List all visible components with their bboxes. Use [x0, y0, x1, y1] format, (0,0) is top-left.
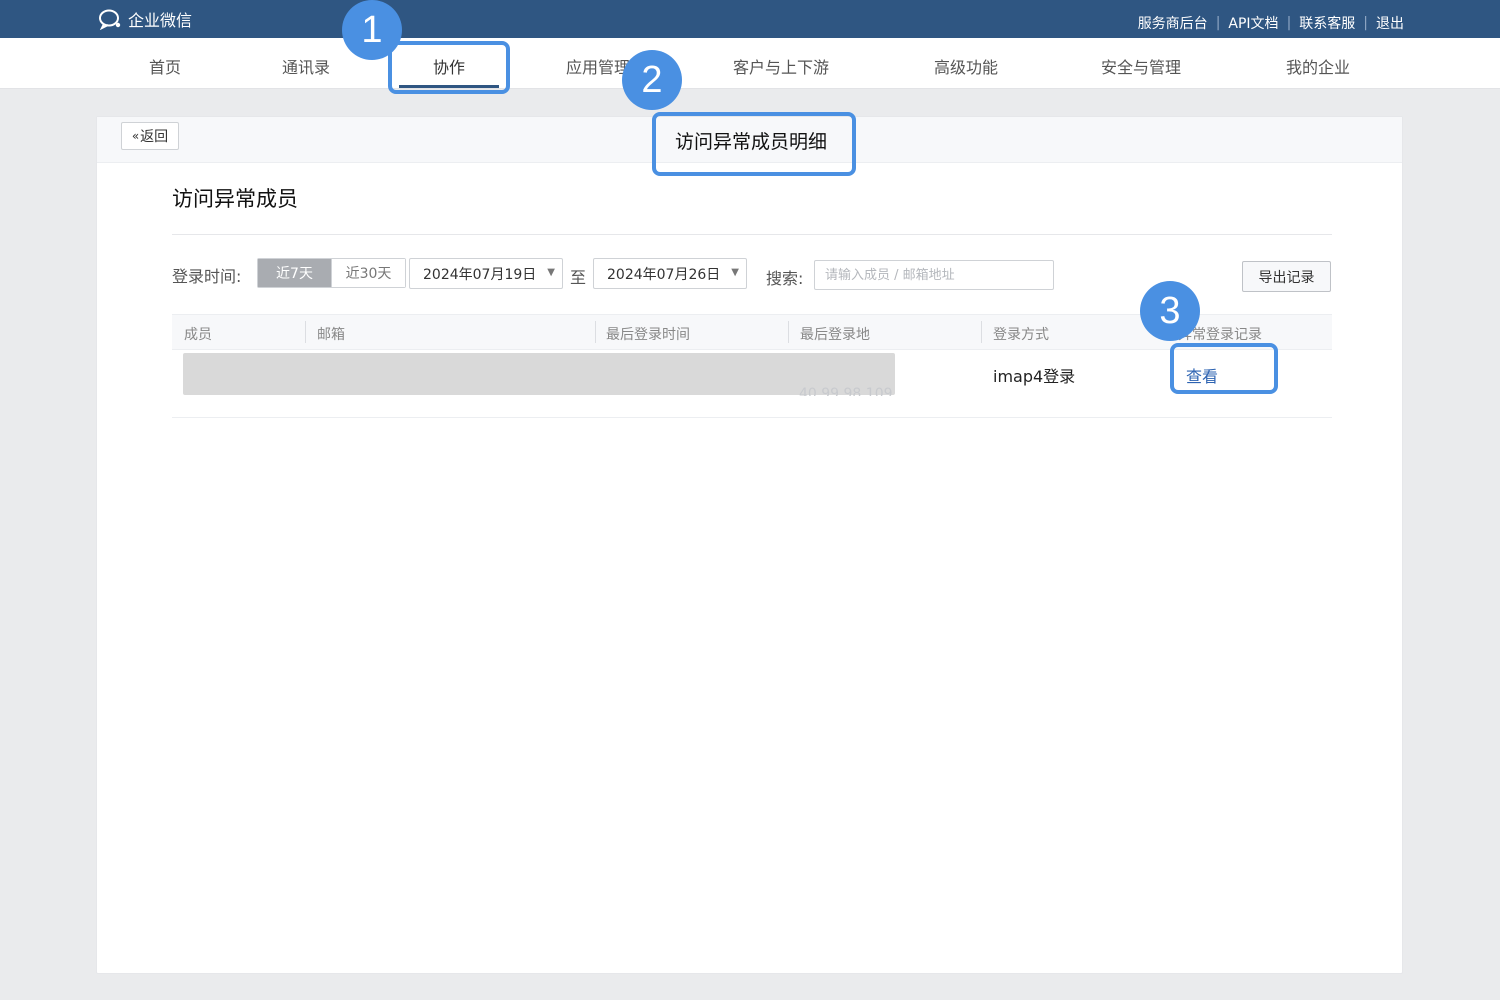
- link-contact-support[interactable]: 联系客服: [1299, 13, 1355, 33]
- link-separator: |: [1215, 15, 1221, 31]
- nav-customers[interactable]: 客户与上下游: [733, 54, 829, 78]
- page-title: 访问异常成员明细: [675, 131, 828, 153]
- column-member: 成员: [184, 327, 212, 343]
- main-nav: 首页 通讯录 协作 应用管理 客户与上下游 高级功能 安全与管理 我的企业: [0, 38, 1500, 89]
- back-button[interactable]: « 返回: [121, 122, 179, 150]
- range-30-days[interactable]: 近30天: [331, 259, 405, 287]
- view-records-link[interactable]: 查看: [1186, 363, 1218, 387]
- start-date-value: 2024年07月19日: [423, 266, 537, 283]
- redacted-member-info: [183, 353, 895, 395]
- table-row: 40.99.98.109 imap4登录 查看: [172, 349, 1332, 418]
- link-provider-console[interactable]: 服务商后台: [1138, 13, 1208, 33]
- detail-card: « 返回 访问异常成员明细 访问异常成员 登录时间: 近7天 近30天 2024…: [96, 116, 1403, 974]
- nav-advanced[interactable]: 高级功能: [934, 54, 998, 78]
- column-last-login-time: 最后登录时间: [606, 327, 690, 343]
- step-badge-2: 2: [622, 50, 682, 110]
- column-login-method: 登录方式: [993, 327, 1049, 343]
- wecom-logo-icon: [98, 8, 122, 30]
- divider: [172, 234, 1332, 235]
- login-method-value: imap4登录: [993, 367, 1076, 386]
- step-badge-3: 3: [1140, 281, 1200, 341]
- search-input[interactable]: [814, 260, 1054, 290]
- nav-home[interactable]: 首页: [149, 54, 181, 78]
- link-separator: |: [1363, 15, 1368, 31]
- top-links: 服务商后台 | API文档 | 联系客服 | 退出: [1138, 13, 1404, 33]
- column-separator: [981, 321, 982, 343]
- nav-collaboration[interactable]: 协作: [398, 54, 500, 88]
- column-last-login-location: 最后登录地: [800, 327, 870, 343]
- column-separator: [788, 321, 789, 343]
- card-header: « 返回 访问异常成员明细: [97, 117, 1402, 163]
- range-toggle: 近7天 近30天: [257, 258, 406, 288]
- double-chevron-left-icon: «: [131, 129, 140, 143]
- caret-down-icon: ▼: [547, 267, 555, 278]
- start-date-select[interactable]: 2024年07月19日 ▼: [409, 258, 563, 289]
- export-records-button[interactable]: 导出记录: [1242, 261, 1331, 292]
- end-date-value: 2024年07月26日: [607, 266, 721, 283]
- column-email: 邮箱: [317, 327, 345, 343]
- top-bar: 企业微信 服务商后台 | API文档 | 联系客服 | 退出: [0, 0, 1500, 38]
- range-7-days[interactable]: 近7天: [258, 259, 331, 287]
- date-range-to: 至: [570, 268, 587, 287]
- nav-security[interactable]: 安全与管理: [1101, 54, 1181, 78]
- login-time-label: 登录时间:: [172, 267, 242, 286]
- logo[interactable]: 企业微信: [98, 6, 192, 32]
- search-label: 搜索:: [766, 269, 804, 288]
- nav-my-company[interactable]: 我的企业: [1286, 54, 1350, 78]
- logo-text: 企业微信: [128, 11, 193, 30]
- link-logout[interactable]: 退出: [1376, 13, 1404, 33]
- section-title: 访问异常成员: [172, 187, 298, 211]
- end-date-select[interactable]: 2024年07月26日 ▼: [593, 258, 747, 289]
- column-separator: [595, 321, 596, 343]
- column-separator: [305, 321, 306, 343]
- back-button-label: 返回: [140, 129, 169, 145]
- link-separator: |: [1286, 15, 1292, 31]
- nav-contacts[interactable]: 通讯录: [282, 54, 330, 78]
- nav-app-management[interactable]: 应用管理: [566, 54, 630, 78]
- last-login-location: 40.99.98.109: [799, 386, 893, 396]
- step-badge-1: 1: [342, 0, 402, 60]
- link-api-docs[interactable]: API文档: [1228, 13, 1278, 33]
- caret-down-icon: ▼: [731, 267, 739, 278]
